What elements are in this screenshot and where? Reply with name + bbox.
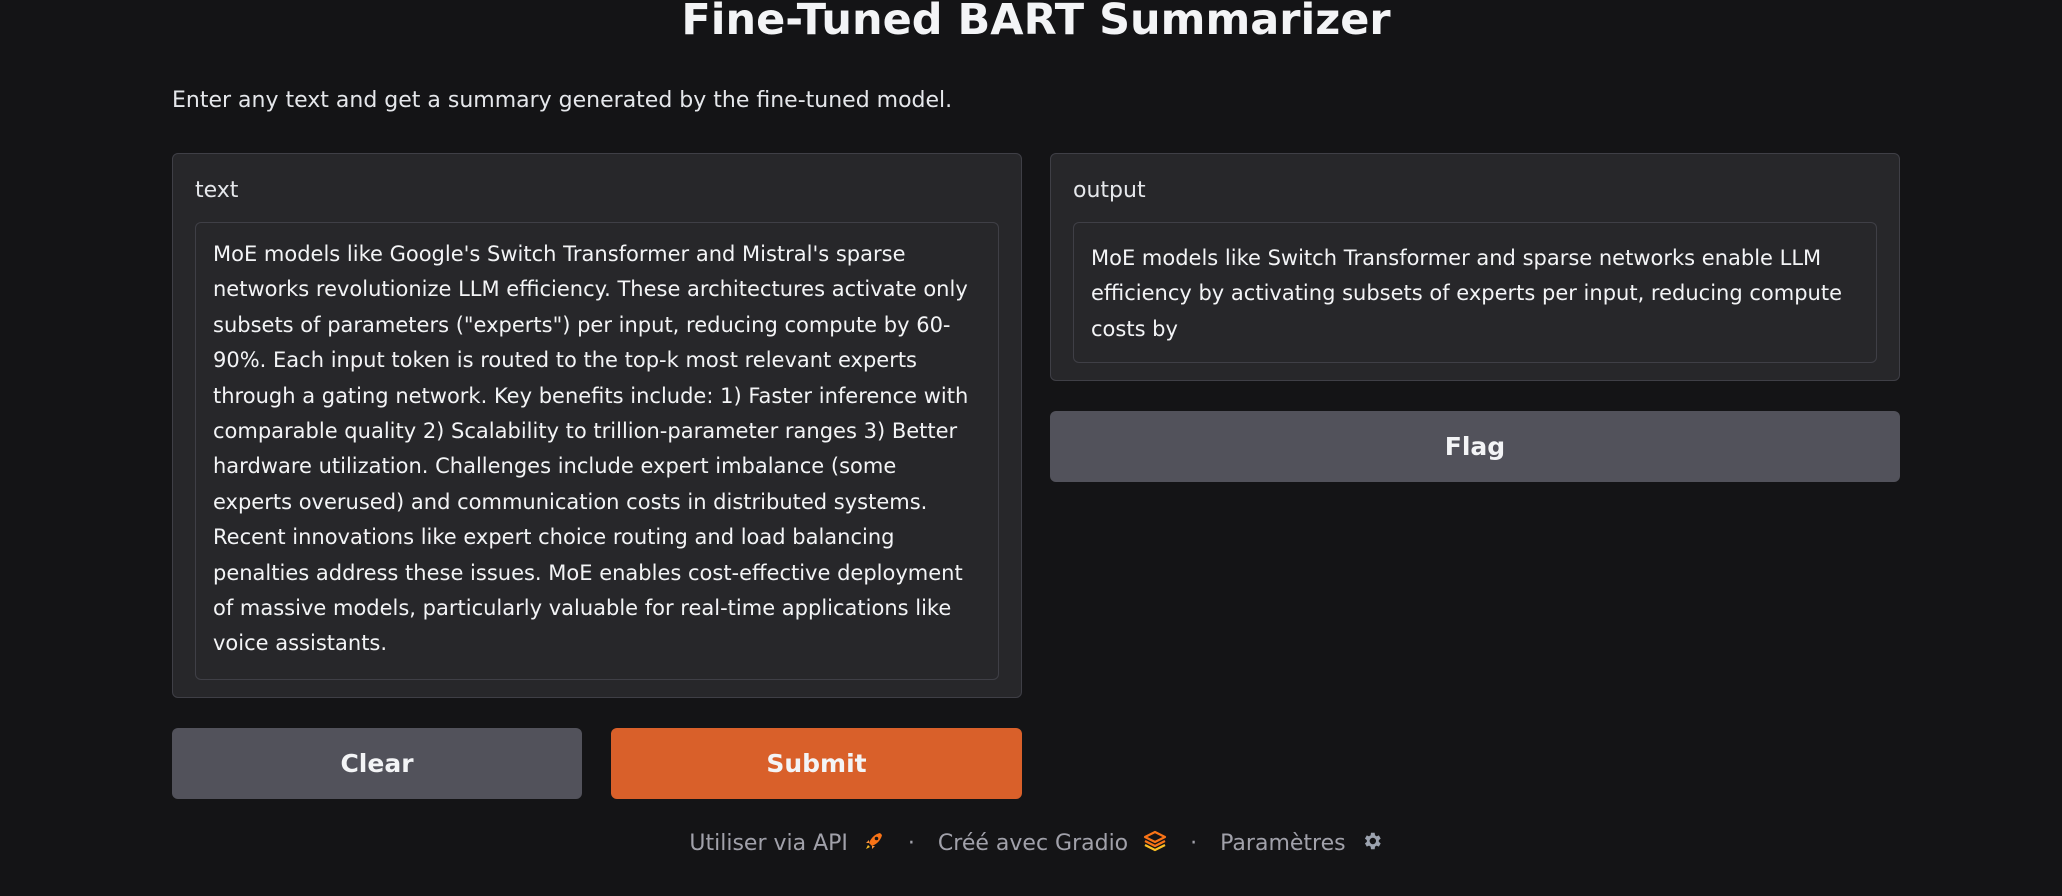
settings-label: Paramètres (1220, 831, 1346, 856)
built-with-gradio-link[interactable]: Créé avec Gradio (938, 830, 1167, 858)
rocket-icon (863, 830, 885, 858)
footer: Utiliser via API · Créé avec Gradio · Pa… (0, 830, 2062, 858)
text-input[interactable]: MoE models like Google's Switch Transfor… (195, 222, 999, 680)
page-description: Enter any text and get a summary generat… (172, 88, 953, 113)
footer-separator: · (1190, 831, 1198, 856)
gear-icon (1361, 830, 1383, 858)
flag-button[interactable]: Flag (1050, 411, 1900, 482)
settings-link[interactable]: Paramètres (1220, 830, 1382, 858)
use-via-api-link[interactable]: Utiliser via API (689, 830, 885, 858)
output-textbox[interactable]: MoE models like Switch Transformer and s… (1073, 222, 1877, 363)
output-panel: output MoE models like Switch Transforme… (1050, 153, 1900, 381)
input-label: text (195, 178, 239, 203)
input-panel: text MoE models like Google's Switch Tra… (172, 153, 1022, 698)
use-via-api-label: Utiliser via API (689, 831, 848, 856)
output-label: output (1073, 178, 1146, 203)
clear-button[interactable]: Clear (172, 728, 582, 799)
app-page: Fine-Tuned BART Summarizer Enter any tex… (0, 0, 2062, 896)
page-title: Fine-Tuned BART Summarizer (681, 0, 1391, 45)
gradio-logo-icon (1143, 830, 1167, 858)
built-with-gradio-label: Créé avec Gradio (937, 831, 1129, 856)
submit-button[interactable]: Submit (611, 728, 1022, 799)
footer-separator: · (907, 831, 915, 856)
